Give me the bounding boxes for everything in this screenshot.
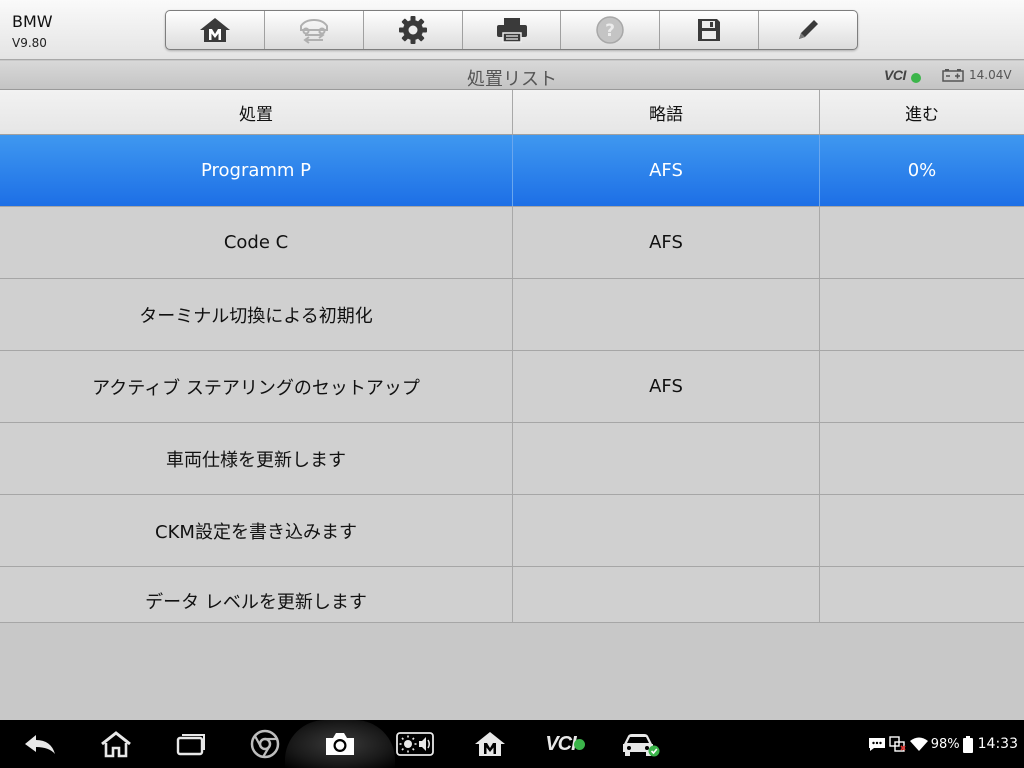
cell-progress <box>820 279 1024 350</box>
app-header: BMW V9.80 ? <box>0 0 1024 60</box>
vci-status: VCI <box>884 67 906 83</box>
vci-connected-icon <box>573 738 585 750</box>
network-error-icon <box>889 736 906 752</box>
battery-icon <box>962 735 973 753</box>
house-icon <box>101 731 131 758</box>
wifi-icon <box>909 737 928 751</box>
vci-connected-icon <box>911 73 921 83</box>
battery-percentage: 98% <box>930 736 960 752</box>
help-icon: ? <box>596 16 625 44</box>
table-header: 処置 略語 進む <box>0 90 1024 135</box>
settings-button[interactable] <box>364 11 463 49</box>
printer-icon <box>496 18 527 43</box>
home-nav-button[interactable] <box>86 720 146 768</box>
print-button[interactable] <box>463 11 562 49</box>
autel-home-icon <box>199 18 230 42</box>
voltage-readout: 14.04V <box>969 68 1012 82</box>
autel-home-icon <box>475 732 505 756</box>
cell-progress <box>820 207 1024 278</box>
svg-text:?: ? <box>605 21 615 41</box>
vehicle-swap-button[interactable] <box>265 11 364 49</box>
table-row[interactable]: Programm P AFS 0% <box>0 135 1024 207</box>
cell-action: 車両仕様を更新します <box>0 423 513 494</box>
maxisys-home-button[interactable] <box>460 720 520 768</box>
table-row[interactable]: Code C AFS <box>0 207 1024 279</box>
page-title: 処置リスト <box>467 69 557 90</box>
chat-icon <box>868 738 885 751</box>
vci-label: VCI <box>545 732 576 755</box>
pencil-icon <box>799 20 819 39</box>
cell-action: データ レベルを更新します <box>0 567 513 622</box>
cell-abbreviation: AFS <box>513 207 820 278</box>
cell-action: ターミナル切換による初期化 <box>0 279 513 350</box>
gear-icon <box>398 16 427 44</box>
system-tray: 98% 14:33 <box>868 720 1018 768</box>
vci-manager-button[interactable]: VCI <box>535 720 595 768</box>
cell-progress <box>820 351 1024 422</box>
home-button[interactable] <box>166 11 265 49</box>
cell-progress <box>820 567 1024 622</box>
title-bar: 処置リスト VCI 14.04V <box>0 61 1024 90</box>
cell-progress <box>820 423 1024 494</box>
back-button[interactable] <box>10 720 70 768</box>
table-row[interactable]: データ レベルを更新します <box>0 567 1024 623</box>
table-row[interactable]: 車両仕様を更新します <box>0 423 1024 495</box>
cell-abbreviation: AFS <box>513 135 820 206</box>
cell-progress: 0% <box>907 160 937 181</box>
recent-apps-icon <box>176 734 205 756</box>
table-row[interactable]: アクティブ ステアリングのセットアップ AFS <box>0 351 1024 423</box>
cell-abbreviation <box>513 567 820 622</box>
cell-action: Programm P <box>0 135 513 206</box>
column-header-action: 処置 <box>0 90 513 134</box>
table-row[interactable]: CKM設定を書き込みます <box>0 495 1024 567</box>
vehicle-swap-icon <box>299 18 328 44</box>
table-row[interactable]: ターミナル切換による初期化 <box>0 279 1024 351</box>
help-button[interactable]: ? <box>561 11 661 49</box>
car-icon <box>623 734 660 757</box>
cell-action: Code C <box>0 207 513 278</box>
save-button[interactable] <box>660 11 760 49</box>
camera-icon <box>326 733 354 755</box>
cell-action: アクティブ ステアリングのセットアップ <box>0 351 513 422</box>
brightness-volume-icon <box>396 732 434 756</box>
cell-abbreviation: AFS <box>513 351 820 422</box>
toolbar: ? <box>165 10 858 50</box>
display-settings-button[interactable] <box>385 720 445 768</box>
cell-abbreviation <box>513 495 820 566</box>
column-header-progress: 進む <box>905 104 939 125</box>
back-arrow-icon <box>25 735 55 754</box>
vehicle-status-button[interactable] <box>610 720 670 768</box>
edit-button[interactable] <box>759 11 857 49</box>
system-nav-bar: VCI 98% 14:33 <box>0 720 1024 768</box>
recent-apps-button[interactable] <box>160 720 220 768</box>
cell-abbreviation <box>513 279 820 350</box>
car-battery-icon <box>942 69 964 82</box>
app-version: V9.80 <box>12 36 47 50</box>
cell-progress <box>820 495 1024 566</box>
app-title: BMW <box>12 12 53 31</box>
column-header-abbreviation: 略語 <box>513 90 820 134</box>
cell-abbreviation <box>513 423 820 494</box>
clock: 14:33 <box>977 736 1018 752</box>
chrome-icon <box>250 729 280 759</box>
procedure-table: 処置 略語 進む Programm P AFS 0% Code C AFS ター… <box>0 90 1024 623</box>
cell-action: CKM設定を書き込みます <box>0 495 513 566</box>
floppy-icon <box>698 19 721 41</box>
camera-button[interactable] <box>285 720 395 768</box>
